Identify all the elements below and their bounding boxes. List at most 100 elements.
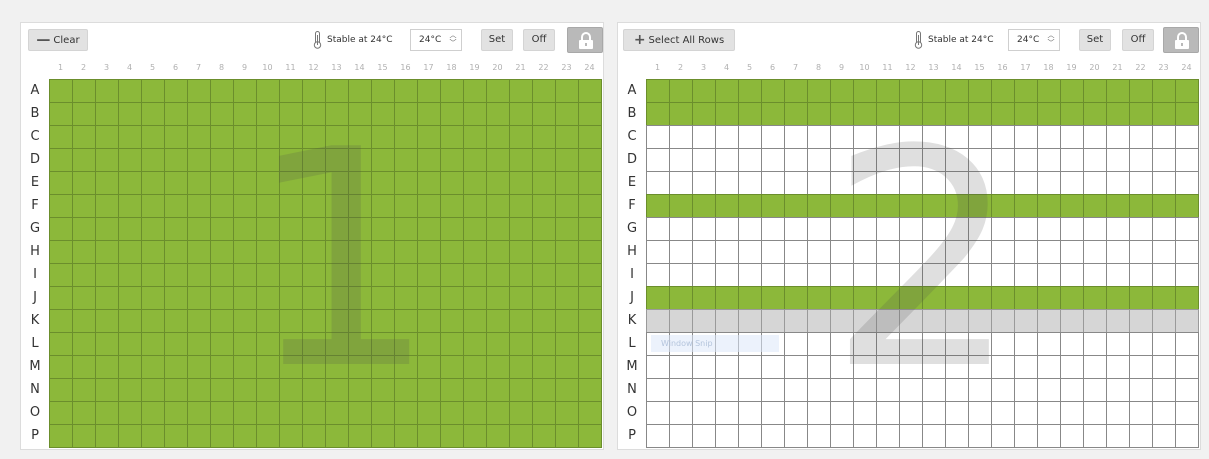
well[interactable] — [1129, 240, 1153, 264]
well[interactable] — [1060, 79, 1084, 103]
column-number[interactable]: 5 — [738, 63, 761, 72]
well[interactable] — [417, 148, 441, 172]
well[interactable] — [302, 263, 326, 287]
column-number[interactable]: 15 — [968, 63, 991, 72]
well[interactable] — [187, 240, 211, 264]
well[interactable] — [669, 401, 693, 425]
well[interactable] — [1037, 148, 1061, 172]
well[interactable] — [715, 401, 739, 425]
well[interactable] — [761, 171, 785, 195]
well[interactable] — [1037, 401, 1061, 425]
well[interactable] — [49, 263, 73, 287]
well[interactable] — [922, 217, 946, 241]
well[interactable] — [1106, 263, 1130, 287]
well[interactable] — [302, 309, 326, 333]
well[interactable] — [807, 125, 831, 149]
well[interactable] — [187, 194, 211, 218]
well[interactable] — [1037, 309, 1061, 333]
well[interactable] — [325, 79, 349, 103]
well[interactable] — [417, 217, 441, 241]
well[interactable] — [1129, 148, 1153, 172]
well[interactable] — [853, 194, 877, 218]
well[interactable] — [187, 286, 211, 310]
well[interactable] — [991, 263, 1015, 287]
well[interactable] — [417, 194, 441, 218]
well[interactable] — [1152, 378, 1176, 402]
well[interactable] — [1037, 171, 1061, 195]
well[interactable] — [555, 217, 579, 241]
well[interactable] — [555, 355, 579, 379]
well[interactable] — [49, 171, 73, 195]
well[interactable] — [555, 332, 579, 356]
column-number[interactable]: 3 — [692, 63, 715, 72]
well[interactable] — [256, 171, 280, 195]
well[interactable] — [532, 286, 556, 310]
well[interactable] — [1152, 401, 1176, 425]
well[interactable] — [761, 240, 785, 264]
well[interactable] — [141, 125, 165, 149]
well[interactable] — [1106, 194, 1130, 218]
well[interactable] — [669, 171, 693, 195]
well[interactable] — [853, 401, 877, 425]
well[interactable] — [210, 401, 234, 425]
well[interactable] — [922, 240, 946, 264]
well[interactable] — [463, 217, 487, 241]
well[interactable] — [853, 424, 877, 448]
well[interactable] — [302, 102, 326, 126]
well[interactable] — [945, 378, 969, 402]
well[interactable] — [72, 355, 96, 379]
well[interactable] — [646, 125, 670, 149]
well[interactable] — [1129, 79, 1153, 103]
well[interactable] — [371, 378, 395, 402]
well[interactable] — [509, 194, 533, 218]
well[interactable] — [118, 401, 142, 425]
well[interactable] — [853, 171, 877, 195]
well[interactable] — [233, 401, 257, 425]
well[interactable] — [302, 171, 326, 195]
well[interactable] — [325, 240, 349, 264]
well[interactable] — [210, 378, 234, 402]
well[interactable] — [463, 194, 487, 218]
well[interactable] — [1014, 171, 1038, 195]
well[interactable] — [49, 79, 73, 103]
well[interactable] — [899, 194, 923, 218]
well[interactable] — [348, 355, 372, 379]
well[interactable] — [463, 79, 487, 103]
well[interactable] — [440, 401, 464, 425]
well[interactable] — [830, 194, 854, 218]
column-number[interactable]: 24 — [1175, 63, 1198, 72]
well[interactable] — [669, 378, 693, 402]
well[interactable] — [279, 286, 303, 310]
well[interactable] — [279, 240, 303, 264]
well[interactable] — [141, 171, 165, 195]
well[interactable] — [1083, 378, 1107, 402]
well[interactable] — [578, 332, 602, 356]
well[interactable] — [830, 102, 854, 126]
well[interactable] — [118, 194, 142, 218]
well[interactable] — [233, 102, 257, 126]
well[interactable] — [807, 102, 831, 126]
spin-arrows-icon[interactable]: ︿ ﹀ — [1046, 31, 1056, 49]
well[interactable] — [279, 79, 303, 103]
well[interactable] — [348, 263, 372, 287]
well[interactable] — [371, 240, 395, 264]
well[interactable] — [256, 286, 280, 310]
well[interactable] — [210, 355, 234, 379]
well[interactable] — [72, 125, 96, 149]
well[interactable] — [371, 332, 395, 356]
well[interactable] — [1014, 309, 1038, 333]
well[interactable] — [463, 309, 487, 333]
well[interactable] — [1083, 148, 1107, 172]
well[interactable] — [646, 194, 670, 218]
well[interactable] — [807, 263, 831, 287]
well[interactable] — [440, 332, 464, 356]
well[interactable] — [279, 125, 303, 149]
row-label[interactable]: P — [28, 424, 42, 447]
well[interactable] — [922, 332, 946, 356]
well[interactable] — [118, 217, 142, 241]
well[interactable] — [1152, 102, 1176, 126]
well[interactable] — [578, 79, 602, 103]
well[interactable] — [922, 171, 946, 195]
well[interactable] — [49, 332, 73, 356]
well[interactable] — [440, 79, 464, 103]
